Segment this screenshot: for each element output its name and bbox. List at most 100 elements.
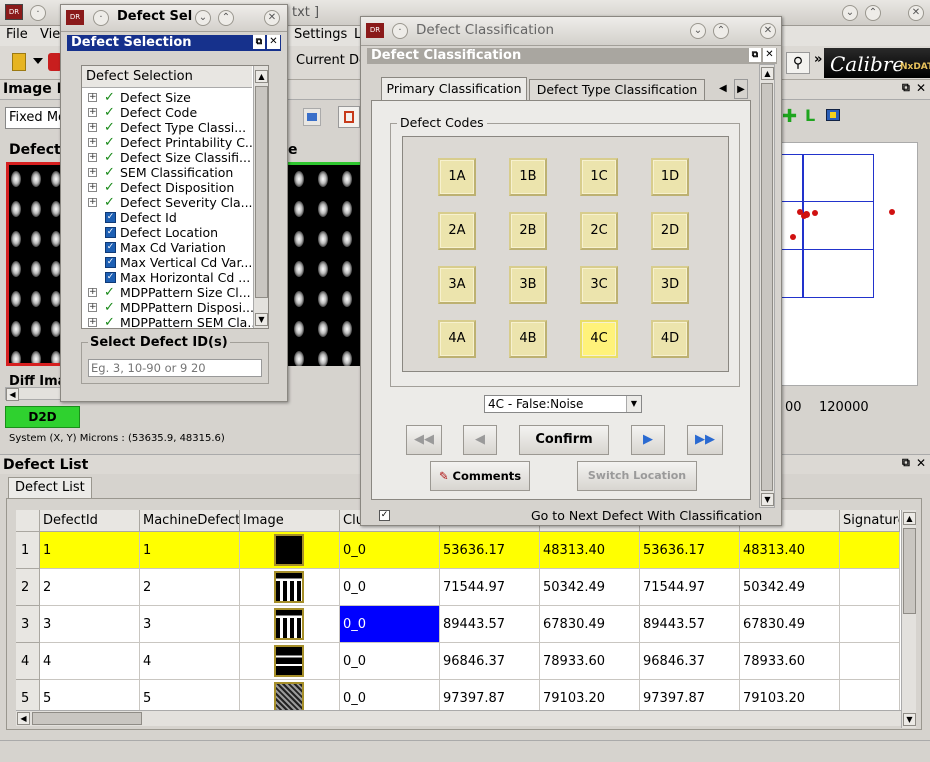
scroll-left-arrow-icon[interactable]: ◀ bbox=[17, 712, 30, 725]
table-cell[interactable]: 67830.49 bbox=[540, 606, 640, 643]
table-cell[interactable]: 2 bbox=[140, 569, 240, 606]
expand-icon[interactable]: + bbox=[88, 123, 97, 132]
thumbnail-cell[interactable] bbox=[240, 532, 340, 569]
panel-close-icon[interactable]: ✕ bbox=[916, 81, 926, 95]
table-cell[interactable]: 97397.87 bbox=[440, 680, 540, 710]
scroll-down-arrow-icon[interactable]: ▼ bbox=[903, 713, 916, 726]
tab-defect-list[interactable]: Defect List bbox=[8, 477, 92, 499]
table-cell[interactable]: 78933.60 bbox=[740, 643, 840, 680]
scroll-down-arrow-icon[interactable]: ▼ bbox=[761, 493, 774, 506]
table-cell[interactable]: 4 bbox=[140, 643, 240, 680]
expand-icon[interactable]: + bbox=[88, 93, 97, 102]
panel-float-icon[interactable]: ⧉ bbox=[902, 81, 910, 95]
defect-point[interactable] bbox=[812, 210, 818, 216]
open-folder-icon[interactable] bbox=[12, 53, 26, 71]
thumbnail-cell[interactable] bbox=[240, 680, 340, 710]
plot-green-plus-icon[interactable]: ✚ bbox=[782, 106, 797, 127]
plot-green-l-icon[interactable]: L bbox=[805, 106, 815, 125]
checkbox-icon[interactable]: ✓ bbox=[105, 272, 116, 283]
tab-scroll-right-icon[interactable]: ▶ bbox=[734, 79, 748, 99]
panel-close-icon[interactable]: ✕ bbox=[916, 456, 926, 470]
row-header[interactable]: 2 bbox=[16, 569, 40, 606]
table-cell[interactable]: 96846.37 bbox=[440, 643, 540, 680]
minimize-button[interactable]: ⌄ bbox=[195, 10, 211, 26]
tab-primary-classification[interactable]: Primary Classification bbox=[381, 77, 527, 101]
tab-scroll-left-icon[interactable]: ◀ bbox=[719, 79, 731, 99]
table-cell[interactable]: 71544.97 bbox=[440, 569, 540, 606]
defect-code-button[interactable]: 3C bbox=[580, 266, 618, 304]
row-header[interactable]: 4 bbox=[16, 643, 40, 680]
last-defect-button[interactable]: ▶▶ bbox=[687, 425, 723, 455]
defect-code-button[interactable]: 3B bbox=[509, 266, 547, 304]
table-cell[interactable]: 1 bbox=[140, 532, 240, 569]
tab-defect-type-classification[interactable]: Defect Type Classification bbox=[529, 79, 705, 101]
table-cell[interactable] bbox=[840, 569, 900, 606]
confirm-button[interactable]: Confirm bbox=[519, 425, 609, 455]
close-button[interactable]: ✕ bbox=[760, 23, 776, 39]
select-ids-input[interactable] bbox=[88, 359, 262, 377]
table-cell[interactable]: 89443.57 bbox=[440, 606, 540, 643]
table-cell[interactable]: 0_0 bbox=[340, 532, 440, 569]
table-vscroll[interactable]: ▲ ▼ bbox=[901, 510, 916, 728]
close-button[interactable]: ✕ bbox=[908, 5, 924, 21]
defect-code-button[interactable]: 2D bbox=[651, 212, 689, 250]
defect-code-button[interactable]: 2C bbox=[580, 212, 618, 250]
plot-grid-icon[interactable] bbox=[826, 109, 840, 121]
goto-next-checkbox[interactable]: ✓ bbox=[379, 510, 390, 521]
column-header[interactable]: MachineDefectI bbox=[140, 510, 240, 532]
column-header[interactable]: Image bbox=[240, 510, 340, 532]
table-cell[interactable]: 53636.17 bbox=[640, 532, 740, 569]
table-cell[interactable]: 48313.40 bbox=[540, 532, 640, 569]
table-cell[interactable]: 0_0 bbox=[340, 606, 440, 643]
menu-settings[interactable]: Settings bbox=[294, 27, 347, 42]
dock-close-icon[interactable]: ✕ bbox=[763, 48, 776, 62]
table-cell[interactable]: 89443.57 bbox=[640, 606, 740, 643]
defect-thumbnail[interactable] bbox=[274, 534, 304, 566]
thumbnail-cell[interactable] bbox=[240, 569, 340, 606]
expand-icon[interactable]: + bbox=[88, 303, 97, 312]
table-cell[interactable]: 5 bbox=[140, 680, 240, 710]
scroll-thumb[interactable] bbox=[761, 83, 773, 491]
expand-icon[interactable]: + bbox=[88, 288, 97, 297]
defect-thumbnail[interactable] bbox=[274, 608, 304, 640]
defect-code-button[interactable]: 3A bbox=[438, 266, 476, 304]
table-cell[interactable]: 79103.20 bbox=[540, 680, 640, 710]
expand-icon[interactable]: + bbox=[88, 108, 97, 117]
dropdown-arrow-icon[interactable]: ▼ bbox=[626, 396, 641, 412]
window-menu-button[interactable]: · bbox=[30, 5, 46, 21]
defect-thumbnail[interactable] bbox=[274, 682, 304, 710]
defect-thumbnail[interactable] bbox=[274, 645, 304, 677]
maximize-button[interactable]: ⌃ bbox=[865, 5, 881, 21]
table-cell[interactable]: 3 bbox=[40, 606, 140, 643]
table-cell[interactable]: 48313.40 bbox=[740, 532, 840, 569]
table-cell[interactable]: 97397.87 bbox=[640, 680, 740, 710]
table-cell[interactable]: 96846.37 bbox=[640, 643, 740, 680]
table-cell[interactable] bbox=[840, 532, 900, 569]
table-cell[interactable]: 0_0 bbox=[340, 643, 440, 680]
code-dropdown[interactable]: 4C - False:Noise ▼ bbox=[484, 395, 642, 413]
switch-location-button[interactable]: Switch Location bbox=[577, 461, 697, 491]
table-cell[interactable] bbox=[840, 606, 900, 643]
scroll-up-arrow-icon[interactable]: ▲ bbox=[761, 67, 774, 80]
defect-map-plot[interactable] bbox=[778, 142, 918, 386]
table-cell[interactable] bbox=[840, 680, 900, 710]
defect-code-button[interactable]: 4A bbox=[438, 320, 476, 358]
defect-point[interactable] bbox=[790, 234, 796, 240]
table-cell[interactable]: 79103.20 bbox=[740, 680, 840, 710]
table-cell[interactable]: 50342.49 bbox=[740, 569, 840, 606]
defect-point[interactable] bbox=[801, 213, 807, 219]
close-button[interactable]: ✕ bbox=[264, 10, 280, 26]
expand-icon[interactable]: + bbox=[88, 183, 97, 192]
dock-close-icon[interactable]: ✕ bbox=[267, 35, 280, 49]
table-cell[interactable]: 1 bbox=[40, 532, 140, 569]
table-cell[interactable]: 50342.49 bbox=[540, 569, 640, 606]
table-cell[interactable] bbox=[840, 643, 900, 680]
row-header[interactable]: 1 bbox=[16, 532, 40, 569]
defect-code-button[interactable]: 4B bbox=[509, 320, 547, 358]
scroll-up-arrow-icon[interactable]: ▲ bbox=[255, 70, 268, 83]
minimize-button[interactable]: ⌄ bbox=[690, 23, 706, 39]
window-menu-button[interactable]: · bbox=[392, 23, 408, 39]
scroll-thumb[interactable] bbox=[32, 712, 142, 725]
table-cell[interactable]: 3 bbox=[140, 606, 240, 643]
expand-chevron-icon[interactable]: » bbox=[814, 52, 822, 67]
